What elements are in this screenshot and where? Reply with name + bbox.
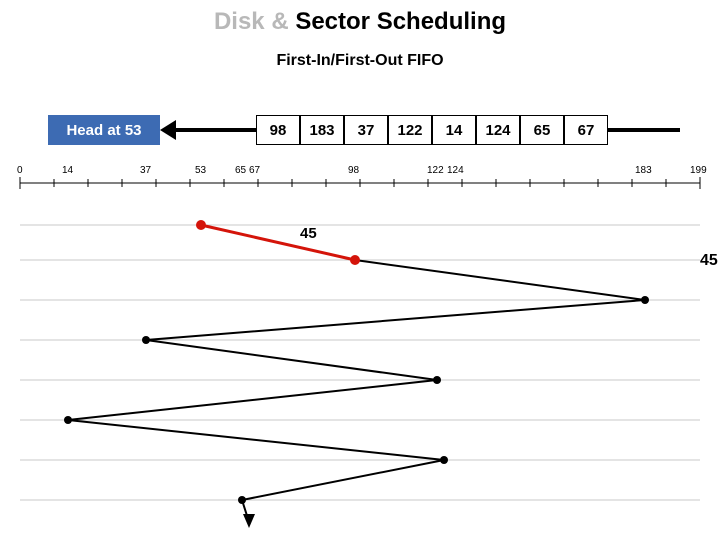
axis-label: 199 (690, 165, 707, 176)
axis-label: 65 (235, 165, 246, 176)
first-move-distance: 45 (300, 225, 317, 242)
diagram-stage: Disk & Sector Scheduling First-In/First-… (0, 0, 720, 540)
axis-label: 0 (17, 165, 23, 176)
schedule-plot (0, 0, 720, 540)
axis-label: 183 (635, 165, 652, 176)
axis-label: 122 (427, 165, 444, 176)
axis-label: 124 (447, 165, 464, 176)
axis-label: 14 (62, 165, 73, 176)
axis-label: 53 (195, 165, 206, 176)
axis-label: 67 (249, 165, 260, 176)
total-distance-label: 45 (700, 252, 718, 270)
axis-label: 37 (140, 165, 151, 176)
axis-label: 98 (348, 165, 359, 176)
